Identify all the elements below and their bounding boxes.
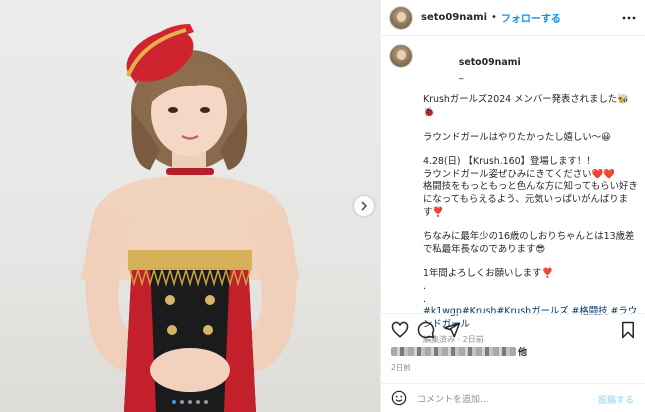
avatar[interactable]: [389, 5, 413, 30]
carousel-dot: [180, 400, 184, 404]
carousel-next-button[interactable]: [354, 196, 374, 216]
post-header: seto09nami • フォローする: [381, 0, 645, 36]
caption: seto09nami _ Krushガールズ2024 メンバー発表されました🐝 …: [389, 44, 639, 347]
post-side-panel: seto09nami • フォローする seto09nami _ Krushガー…: [380, 0, 645, 412]
caption-username[interactable]: seto09nami: [459, 57, 521, 68]
post-photo: [80, 24, 300, 412]
caption-line-event2: ラウンドガール姿ぜひみにきてください❤️❤️: [423, 168, 615, 180]
carousel-dot: [188, 400, 192, 404]
blurred-likes: [391, 347, 516, 356]
chevron-right-icon: [361, 201, 368, 211]
caption-line-event1: 4.28(日) 【Krush.160】登場します！！: [423, 156, 596, 168]
post-time: 2日前: [391, 363, 411, 372]
caption-dot-1: .: [423, 280, 426, 292]
heart-icon[interactable]: [391, 321, 409, 339]
caption-avatar[interactable]: [389, 44, 413, 68]
header-separator: •: [491, 12, 497, 23]
caption-dot-2: .: [423, 293, 426, 305]
caption-line-round: ラウンドガールはやりたかったし嬉しい～😀: [423, 131, 611, 143]
likes-row[interactable]: 他: [391, 345, 527, 358]
caption-body: seto09nami _ Krushガールズ2024 メンバー発表されました🐝 …: [423, 44, 639, 347]
post-media[interactable]: [0, 0, 380, 412]
caption-line-chinami: ちなみに最年少の16歳のしおりちゃんとは13歳差で私最年長なのであります😎: [423, 231, 635, 255]
comment-bar: コメントを追加... 投稿する: [381, 383, 645, 412]
carousel-dot: [204, 400, 208, 404]
likes-suffix: 他: [518, 348, 528, 358]
carousel-dot: [172, 400, 176, 404]
post-comment-button[interactable]: 投稿する: [598, 393, 634, 406]
action-bar: [381, 313, 645, 343]
caption-line-event3: 格闘技をもっともっと色んな方に知ってもらい好きになってもらえるよう、元気いっぱい…: [423, 181, 638, 218]
comment-icon[interactable]: [417, 321, 435, 339]
comment-input[interactable]: コメントを追加...: [417, 392, 489, 405]
smiley-icon[interactable]: [391, 390, 407, 406]
follow-button[interactable]: フォローする: [501, 10, 561, 25]
carousel-dot: [196, 400, 200, 404]
bookmark-icon[interactable]: [619, 321, 637, 339]
caption-line-year: 1年間よろしくお願いします❣️: [423, 268, 554, 280]
header-username[interactable]: seto09nami: [421, 12, 487, 23]
caption-line-1: Krushガールズ2024 メンバー発表されました🐝: [423, 94, 629, 106]
share-icon[interactable]: [443, 321, 461, 339]
caption-line-2: 🐞: [423, 106, 435, 118]
caption-line-0: _: [458, 69, 464, 81]
more-horizontal-icon[interactable]: [622, 11, 636, 25]
instagram-post: seto09nami • フォローする seto09nami _ Krushガー…: [0, 0, 645, 412]
carousel-dots: [0, 400, 380, 404]
